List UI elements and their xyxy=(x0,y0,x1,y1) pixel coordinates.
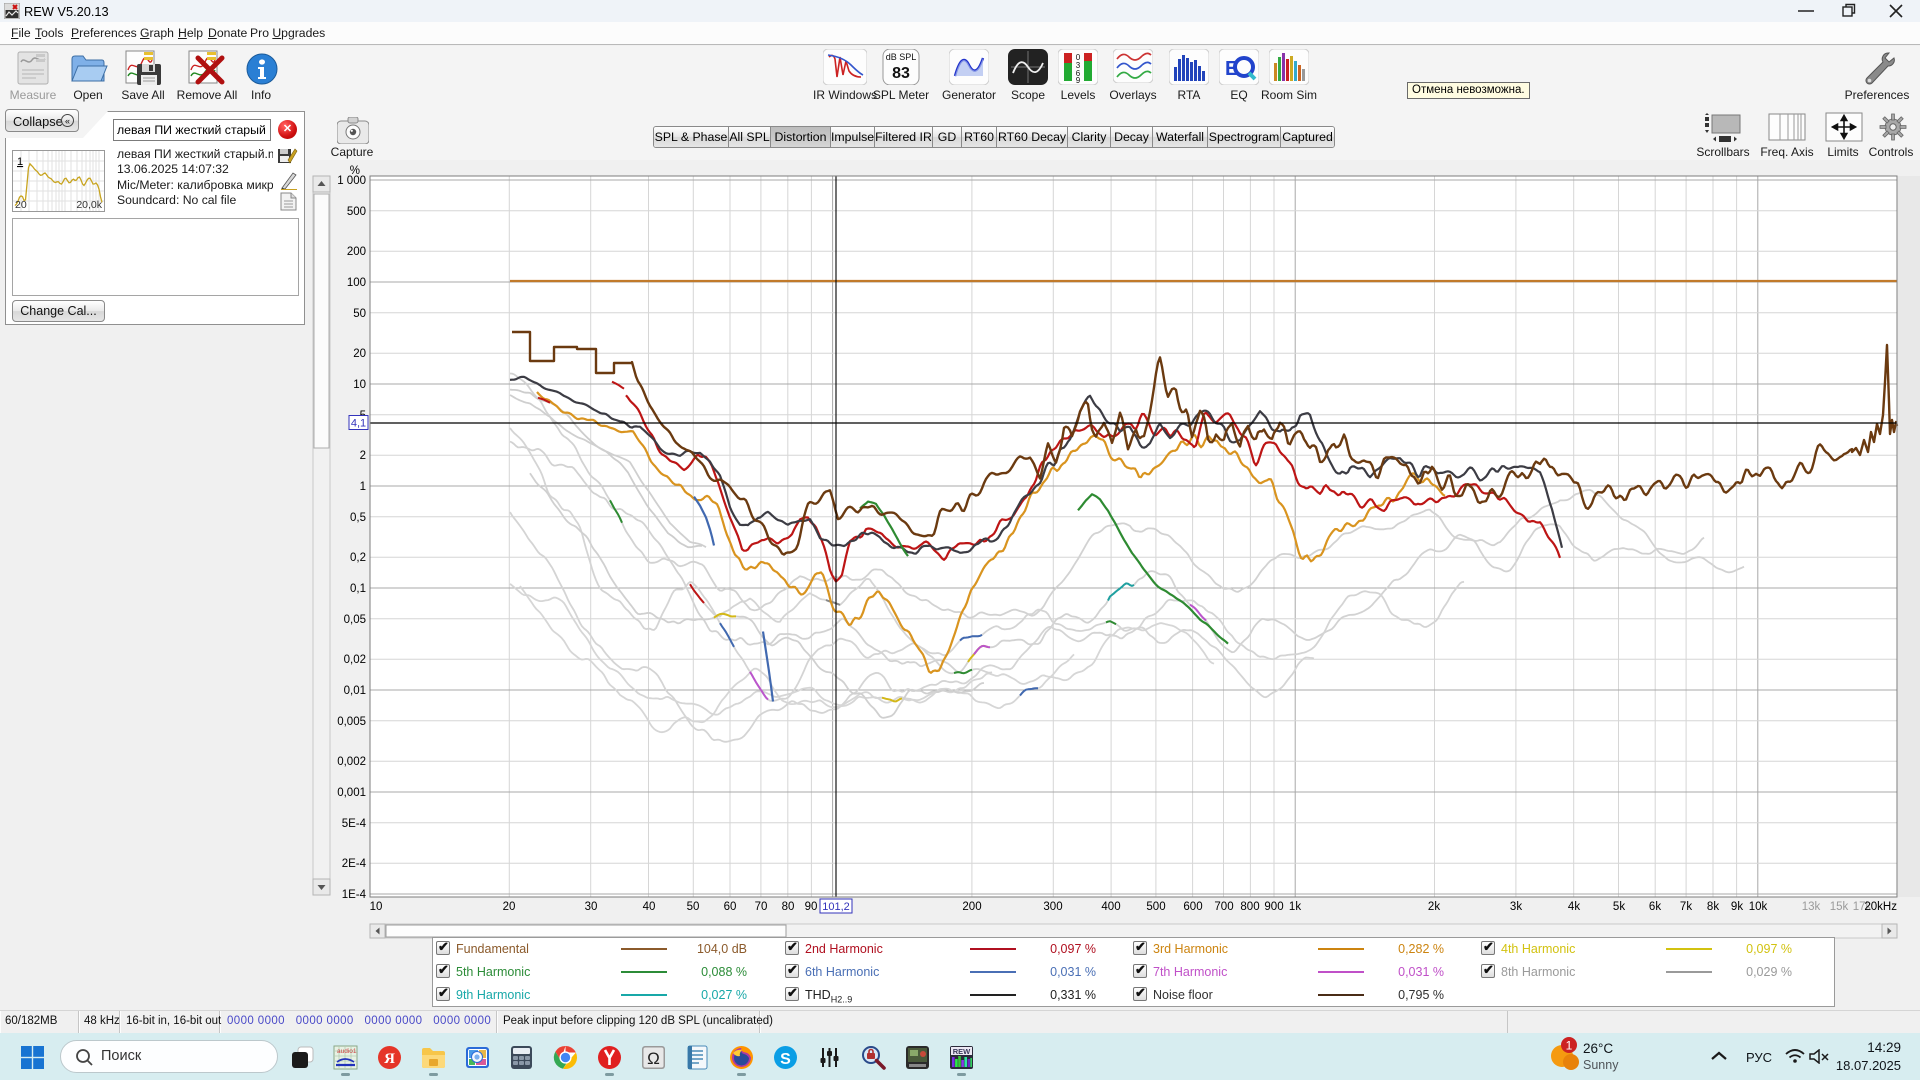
svg-text:90: 90 xyxy=(805,901,818,913)
svg-text:900: 900 xyxy=(1264,901,1283,913)
svg-text:0,2: 0,2 xyxy=(350,552,366,564)
svg-text:700: 700 xyxy=(1214,901,1233,913)
svg-text:200: 200 xyxy=(347,246,366,258)
svg-text:Ω: Ω xyxy=(647,1049,660,1068)
svg-text:1: 1 xyxy=(1566,1039,1573,1053)
svg-text:10: 10 xyxy=(370,901,383,913)
svg-text:13k: 13k xyxy=(1802,901,1821,913)
svg-text:83: 83 xyxy=(892,65,910,82)
svg-text:30: 30 xyxy=(585,901,598,913)
svg-text:40: 40 xyxy=(643,901,656,913)
svg-text:600: 600 xyxy=(1183,901,1202,913)
svg-text:500: 500 xyxy=(1146,901,1165,913)
svg-text:60: 60 xyxy=(724,901,737,913)
svg-text:5k: 5k xyxy=(1613,901,1625,913)
svg-text:0,005: 0,005 xyxy=(337,716,366,728)
svg-text:15k: 15k xyxy=(1830,901,1849,913)
svg-text:9: 9 xyxy=(1076,76,1081,85)
svg-text:80: 80 xyxy=(782,901,795,913)
svg-text:1k: 1k xyxy=(1289,901,1301,913)
svg-text:0,001: 0,001 xyxy=(337,787,366,799)
svg-text:70: 70 xyxy=(755,901,768,913)
svg-text:2E-4: 2E-4 xyxy=(342,858,367,870)
svg-text:Я: Я xyxy=(384,1051,395,1067)
svg-text:4k: 4k xyxy=(1568,901,1580,913)
svg-text:0,1: 0,1 xyxy=(350,583,366,595)
svg-text:S: S xyxy=(780,1051,791,1068)
svg-text:10k: 10k xyxy=(1749,901,1768,913)
svg-text:1: 1 xyxy=(360,481,366,493)
svg-text:REW: REW xyxy=(953,1047,971,1056)
svg-text:dB SPL: dB SPL xyxy=(886,52,917,62)
svg-text:audio1: audio1 xyxy=(337,1048,357,1055)
svg-text:20: 20 xyxy=(15,199,27,211)
svg-text:0,002: 0,002 xyxy=(337,756,366,768)
svg-text:3k: 3k xyxy=(1510,901,1522,913)
svg-text:7k: 7k xyxy=(1680,901,1692,913)
svg-text:20: 20 xyxy=(503,901,516,913)
svg-text:10: 10 xyxy=(353,379,366,391)
svg-text:300: 300 xyxy=(1043,901,1062,913)
svg-text:101,2: 101,2 xyxy=(822,901,850,913)
svg-text:6k: 6k xyxy=(1649,901,1661,913)
svg-text:50: 50 xyxy=(353,308,366,320)
svg-text:1 000: 1 000 xyxy=(337,175,366,187)
svg-text:0,01: 0,01 xyxy=(344,685,366,697)
svg-text:400: 400 xyxy=(1101,901,1120,913)
svg-text:1: 1 xyxy=(17,156,23,168)
svg-text:800: 800 xyxy=(1240,901,1259,913)
svg-text:1E-4: 1E-4 xyxy=(342,889,367,901)
svg-text:0,5: 0,5 xyxy=(350,512,366,524)
svg-text:8k: 8k xyxy=(1707,901,1719,913)
svg-text:9k: 9k xyxy=(1731,901,1743,913)
svg-text:0,05: 0,05 xyxy=(344,614,366,626)
svg-text:500: 500 xyxy=(347,206,366,218)
svg-text:20,0k: 20,0k xyxy=(76,199,102,211)
svg-text:20kHz: 20kHz xyxy=(1864,901,1897,913)
svg-text:2: 2 xyxy=(360,450,366,462)
svg-text:4,1: 4,1 xyxy=(351,418,366,430)
svg-text:50: 50 xyxy=(687,901,700,913)
svg-text:100: 100 xyxy=(347,277,366,289)
svg-text:2k: 2k xyxy=(1428,901,1440,913)
svg-text:0,02: 0,02 xyxy=(344,654,366,666)
svg-text:200: 200 xyxy=(962,901,981,913)
svg-text:20: 20 xyxy=(353,348,366,360)
svg-text:5E-4: 5E-4 xyxy=(342,818,367,830)
